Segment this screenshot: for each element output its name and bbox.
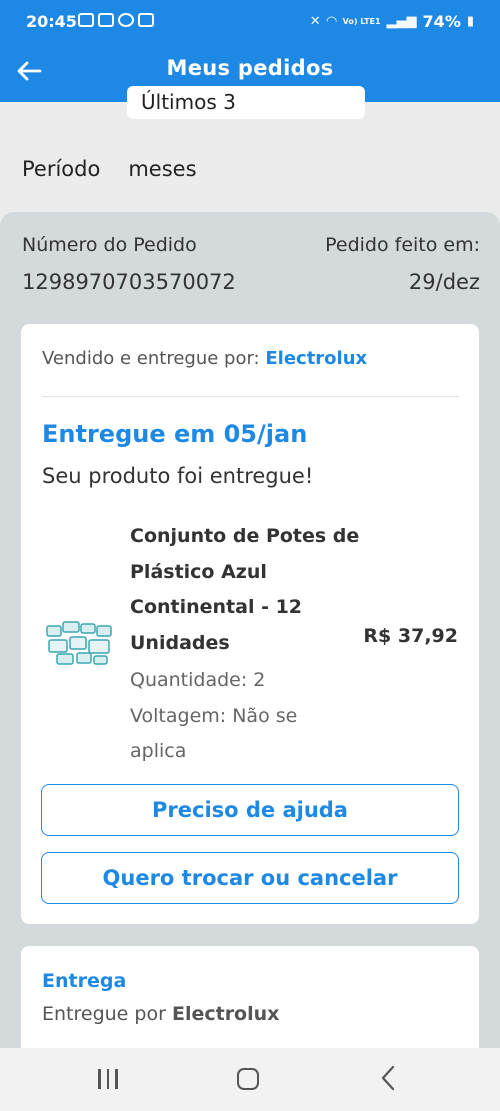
- period-label: Período: [22, 157, 101, 181]
- wifi-icon: ◠: [326, 14, 337, 29]
- product-details: Quantidade: 2 Voltagem: Não se aplica: [130, 663, 340, 770]
- order-panel: Número do Pedido Pedido feito em: 129897…: [0, 212, 500, 1076]
- notification-icon: [138, 13, 154, 27]
- order-number: 1298970703570072: [22, 270, 236, 294]
- delivery-status-subtitle: Seu produto foi entregue!: [42, 464, 314, 488]
- order-item-card: Vendido e entregue por: Electrolux Entre…: [21, 324, 479, 924]
- period-filter-chip[interactable]: Últimos 3: [127, 86, 365, 119]
- battery-level: 74%: [422, 12, 461, 31]
- battery-icon: ▮: [466, 14, 474, 29]
- seller-prefix: Vendido e entregue por:: [42, 348, 260, 369]
- seller-line: Vendido e entregue por: Electrolux: [42, 348, 367, 369]
- divider: [42, 396, 459, 397]
- exchange-cancel-button[interactable]: Quero trocar ou cancelar: [41, 852, 459, 904]
- network-label: Vo) LTE1: [342, 17, 381, 26]
- delivery-status-title: Entregue em 05/jan: [42, 420, 308, 448]
- order-date: 29/dez: [408, 270, 480, 294]
- chevron-left-icon: [381, 1065, 395, 1091]
- period-row: Período meses: [22, 157, 197, 181]
- status-right: ✕ ◠ Vo) LTE1 ▂▄▆ 74% ▮: [310, 12, 474, 31]
- order-date-label: Pedido feito em:: [325, 234, 480, 256]
- system-nav-bar: [0, 1048, 500, 1111]
- product-voltage: Voltagem: Não se aplica: [130, 704, 298, 763]
- notification-icons: [78, 13, 154, 27]
- mute-icon: ✕: [309, 14, 321, 29]
- period-filter-text: Últimos 3: [141, 90, 236, 114]
- notification-icon: [118, 13, 134, 27]
- product-name[interactable]: Conjunto de Potes de Plástico Azul Conti…: [130, 519, 360, 661]
- delivery-card-title: Entrega: [42, 970, 127, 992]
- status-time: 20:45: [26, 12, 77, 31]
- home-icon: [237, 1068, 259, 1090]
- delivery-card-text: Entregue por Electrolux: [42, 1003, 279, 1025]
- product-image[interactable]: [45, 620, 115, 666]
- recents-button[interactable]: [98, 1064, 118, 1089]
- status-bar: 20:45 ✕ ◠ Vo) LTE1 ▂▄▆ 74% ▮: [0, 0, 500, 42]
- order-number-label: Número do Pedido: [22, 234, 197, 256]
- delivery-company: Electrolux: [171, 1003, 280, 1025]
- delivery-prefix: Entregue por: [42, 1003, 166, 1025]
- page-title: Meus pedidos: [166, 56, 334, 80]
- help-button[interactable]: Preciso de ajuda: [41, 784, 459, 836]
- signal-icon: ▂▄▆: [386, 14, 417, 29]
- product-quantity: Quantidade: 2: [130, 669, 266, 691]
- notification-icon: [78, 13, 94, 27]
- system-back-button[interactable]: [380, 1064, 396, 1098]
- product-price: R$ 37,92: [363, 625, 458, 647]
- recents-icon: [98, 1069, 118, 1089]
- seller-name[interactable]: Electrolux: [265, 348, 367, 369]
- period-value: meses: [128, 157, 197, 181]
- notification-icon: [98, 13, 114, 27]
- home-button[interactable]: [237, 1064, 259, 1090]
